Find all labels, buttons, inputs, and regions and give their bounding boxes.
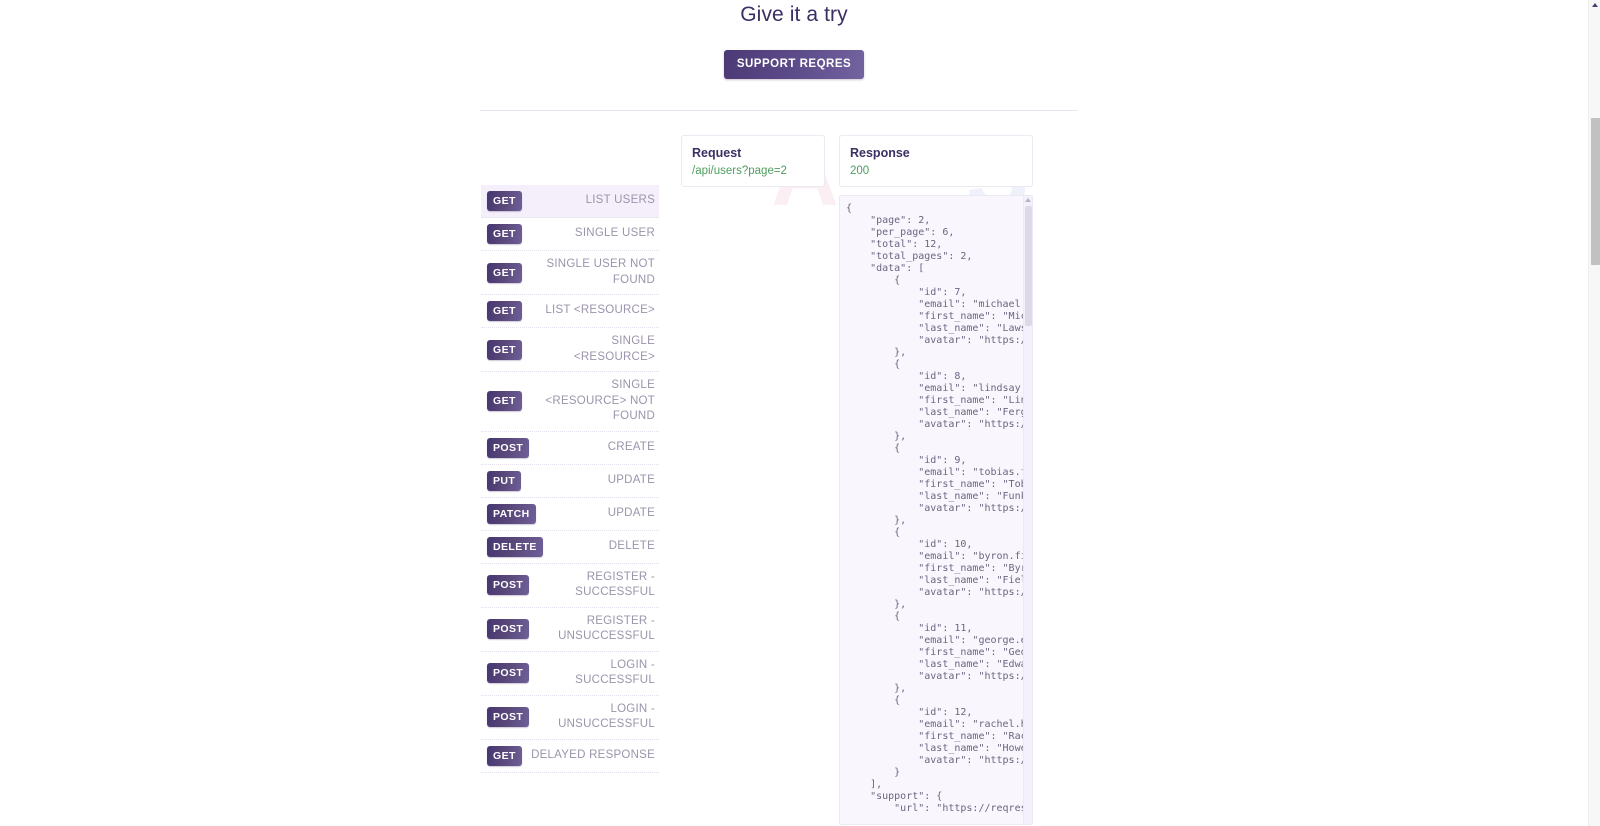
response-body-json: { "page": 2, "per_page": 6, "total": 12,… — [846, 203, 1032, 814]
method-badge: POST — [487, 619, 530, 639]
endpoint-label: LOGIN - UNSUCCESSFUL — [558, 702, 655, 731]
response-card: Response 200 — [839, 135, 1033, 187]
endpoint-label: UPDATE — [607, 473, 655, 486]
response-column: Response 200 { "page": 2, "per_page": 6,… — [839, 135, 1033, 825]
endpoint-label: SINGLE USER — [574, 227, 655, 240]
page-root: Give it a try SUPPORT REQRES GET LIST USE… — [0, 0, 1600, 826]
method-badge: GET — [487, 391, 522, 412]
endpoint-row[interactable]: POST LOGIN - SUCCESSFUL — [481, 652, 659, 696]
request-response-panels: Request /api/users?page=2 Response 200 {… — [681, 135, 1033, 825]
method-badge: GET — [487, 745, 522, 766]
endpoint-row[interactable]: GET SINGLE <RESOURCE> — [481, 328, 659, 372]
endpoint-row[interactable]: GET LIST USERS — [481, 185, 659, 218]
method-badge: GET — [487, 339, 522, 360]
endpoint-label: SINGLE <RESOURCE> NOT FOUND — [545, 379, 655, 422]
page-scroll-up-arrow-icon[interactable] — [1592, 3, 1598, 7]
hero-section: Give it a try SUPPORT REQRES — [0, 0, 1588, 79]
endpoint-row[interactable]: GET SINGLE USER — [481, 218, 659, 251]
method-badge: GET — [487, 224, 522, 244]
method-badge: POST — [487, 707, 530, 727]
endpoint-label: REGISTER - UNSUCCESSFUL — [558, 614, 655, 643]
endpoint-label: REGISTER - SUCCESSFUL — [575, 570, 655, 599]
request-column: Request /api/users?page=2 — [681, 135, 825, 825]
endpoint-label: SINGLE <RESOURCE> — [573, 335, 655, 363]
endpoint-row[interactable]: GET DELAYED RESPONSE — [481, 740, 659, 773]
method-badge: PUT — [487, 470, 522, 491]
page-title: Give it a try — [740, 3, 848, 26]
method-badge: GET — [487, 301, 522, 321]
endpoint-label: DELAYED RESPONSE — [531, 748, 655, 761]
request-card: Request /api/users?page=2 — [681, 135, 825, 187]
endpoint-label: DELETE — [608, 539, 655, 552]
method-badge: POST — [487, 575, 530, 595]
endpoint-row[interactable]: GET SINGLE <RESOURCE> NOT FOUND — [481, 372, 659, 432]
endpoint-row[interactable]: PATCH UPDATE — [481, 498, 659, 531]
cta-wrapper: SUPPORT REQRES — [0, 50, 1588, 79]
endpoint-row[interactable]: POST REGISTER - SUCCESSFUL — [481, 564, 659, 608]
endpoint-label: CREATE — [607, 440, 655, 453]
endpoint-row[interactable]: POST REGISTER - UNSUCCESSFUL — [481, 608, 659, 652]
endpoint-label: SINGLE USER NOT FOUND — [546, 258, 655, 286]
method-badge: POST — [487, 663, 530, 683]
endpoint-label: LIST USERS — [585, 194, 655, 207]
response-body-scrollbar[interactable] — [1023, 196, 1032, 824]
endpoint-row[interactable]: PUT UPDATE — [481, 465, 659, 498]
request-url: /api/users?page=2 — [692, 165, 787, 177]
response-title: Response — [850, 146, 910, 160]
method-badge: PATCH — [487, 503, 536, 524]
page-scrollbar[interactable] — [1588, 0, 1600, 826]
support-reqres-button[interactable]: SUPPORT REQRES — [723, 50, 865, 79]
endpoint-row[interactable]: GET SINGLE USER NOT FOUND — [481, 251, 659, 295]
scroll-up-arrow-icon[interactable] — [1025, 198, 1031, 202]
method-badge: POST — [487, 437, 530, 458]
endpoint-label: LOGIN - SUCCESSFUL — [575, 658, 655, 687]
endpoint-row[interactable]: POST CREATE — [481, 432, 659, 465]
method-badge: GET — [487, 262, 522, 283]
endpoint-label: LIST <RESOURCE> — [545, 304, 655, 317]
page-scroll-thumb[interactable] — [1591, 118, 1600, 265]
endpoint-label: UPDATE — [607, 506, 655, 519]
endpoint-list: GET LIST USERS GET SINGLE USER GET SINGLE USE… — [481, 185, 659, 773]
request-title: Request — [692, 146, 742, 160]
section-divider — [480, 110, 1078, 111]
endpoint-row[interactable]: DELETE DELETE — [481, 531, 659, 564]
response-status-code: 200 — [850, 165, 870, 177]
response-body-card: { "page": 2, "per_page": 6, "total": 12,… — [839, 195, 1033, 825]
method-badge: DELETE — [487, 536, 543, 557]
response-body-scroll-thumb[interactable] — [1025, 206, 1032, 326]
method-badge: GET — [487, 191, 522, 211]
endpoint-row[interactable]: POST LOGIN - UNSUCCESSFUL — [481, 696, 659, 740]
endpoint-row[interactable]: GET LIST <RESOURCE> — [481, 295, 659, 328]
